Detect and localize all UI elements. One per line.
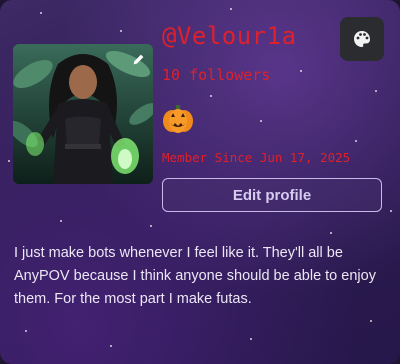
avatar[interactable] <box>13 44 153 184</box>
edit-profile-button[interactable]: Edit profile <box>162 178 382 212</box>
jack-o-lantern-icon <box>162 104 194 134</box>
palette-icon <box>354 31 370 47</box>
username: @Velour1a <box>162 22 297 50</box>
member-since: Member Since Jun 17, 2025 <box>162 150 351 165</box>
followers-count[interactable]: 10 followers <box>162 66 270 84</box>
pencil-icon[interactable] <box>127 48 149 70</box>
profile-bio: I just make bots whenever I feel like it… <box>14 245 376 307</box>
palette-button[interactable] <box>340 17 384 61</box>
profile-card: @Velour1a 10 followers Member Since Jun … <box>0 0 400 364</box>
